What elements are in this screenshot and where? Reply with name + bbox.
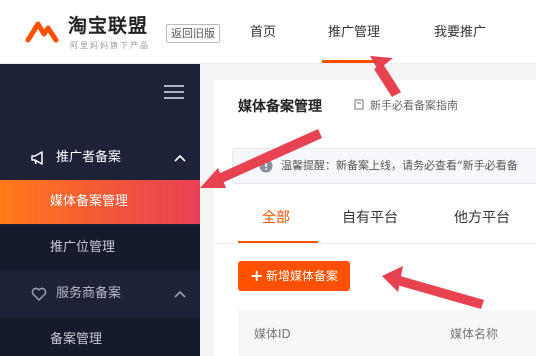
return-old-version-button[interactable]: 返回旧版: [166, 24, 220, 43]
chevron-up-icon: [174, 154, 186, 162]
heart-hand-icon: [31, 287, 47, 301]
nav-home[interactable]: 首页: [250, 24, 276, 42]
tab-third-party-platform[interactable]: 他方平台: [454, 208, 510, 228]
sidebar-item-media-filing[interactable]: 媒体备案管理: [0, 180, 200, 224]
sidebar-item-label: 推广位管理: [50, 240, 116, 255]
notice-banner: 温馨提醒：新备案上线，请务必查看“新手必看备: [232, 148, 536, 184]
brand-subtitle: 阿里妈妈旗下产品: [70, 41, 150, 50]
page-title: 媒体备案管理: [238, 99, 322, 115]
add-button-label: 新增媒体备案: [266, 269, 339, 283]
book-icon: [354, 99, 364, 110]
sidebar-item-ad-zone[interactable]: 推广位管理: [0, 226, 200, 270]
megaphone-icon: [31, 151, 43, 165]
tab-all[interactable]: 全部: [262, 208, 290, 228]
add-media-filing-button[interactable]: + 新增媒体备案: [238, 261, 350, 291]
sidebar-item-filing-management[interactable]: 备案管理: [0, 318, 200, 356]
beginner-guide-link[interactable]: 新手必看备案指南: [370, 97, 458, 113]
info-icon: [259, 159, 273, 173]
main-content: 媒体备案管理 新手必看备案指南 温馨提醒：新备案上线，请务必查看“新手必看备 全…: [214, 80, 536, 356]
tabs-divider: [214, 243, 536, 244]
sidebar-item-label: 备案管理: [50, 332, 103, 347]
brand-name[interactable]: 淘宝联盟: [68, 11, 148, 38]
plus-icon: +: [250, 266, 264, 285]
sidebar-group-service-provider[interactable]: 服务商备案: [0, 272, 200, 316]
table-header: 媒体ID 媒体名称: [238, 310, 536, 356]
sidebar-item-label: 媒体备案管理: [50, 194, 129, 209]
column-header-media-id: 媒体ID: [254, 327, 291, 341]
notice-text: 温馨提醒：新备案上线，请务必查看“新手必看备: [281, 159, 518, 172]
chevron-up-icon: [174, 290, 186, 298]
taobao-union-logo-icon[interactable]: [24, 14, 60, 50]
menu-toggle-icon[interactable]: [164, 85, 184, 99]
tab-own-platform[interactable]: 自有平台: [342, 208, 398, 228]
page: 淘宝联盟 阿里妈妈旗下产品 返回旧版 首页 推广管理 我要推广 推广者备案 媒体…: [0, 0, 536, 356]
top-header: 淘宝联盟 阿里妈妈旗下产品 返回旧版 首页 推广管理 我要推广: [0, 0, 536, 64]
sidebar-group-label: 推广者备案: [56, 150, 122, 165]
sidebar: 推广者备案 媒体备案管理 推广位管理 服务商备案 备案管理: [0, 64, 200, 356]
column-header-media-name: 媒体名称: [450, 327, 499, 341]
nav-promotion-management[interactable]: 推广管理: [321, 24, 387, 63]
nav-i-want-to-promote[interactable]: 我要推广: [434, 24, 486, 42]
sidebar-group-label: 服务商备案: [56, 286, 122, 301]
sidebar-group-promoter-filing[interactable]: 推广者备案: [0, 136, 200, 180]
